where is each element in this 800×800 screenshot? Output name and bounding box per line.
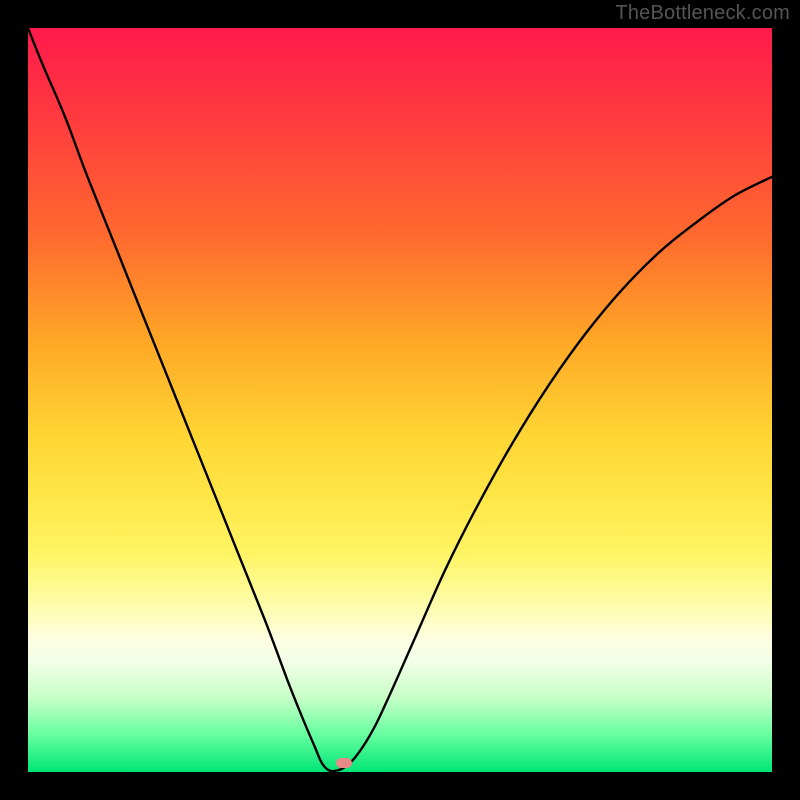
optimal-point-marker bbox=[336, 758, 352, 768]
bottleneck-curve bbox=[28, 28, 772, 772]
chart-frame: TheBottleneck.com bbox=[0, 0, 800, 800]
watermark-text: TheBottleneck.com bbox=[615, 2, 790, 25]
plot-area bbox=[28, 28, 772, 772]
